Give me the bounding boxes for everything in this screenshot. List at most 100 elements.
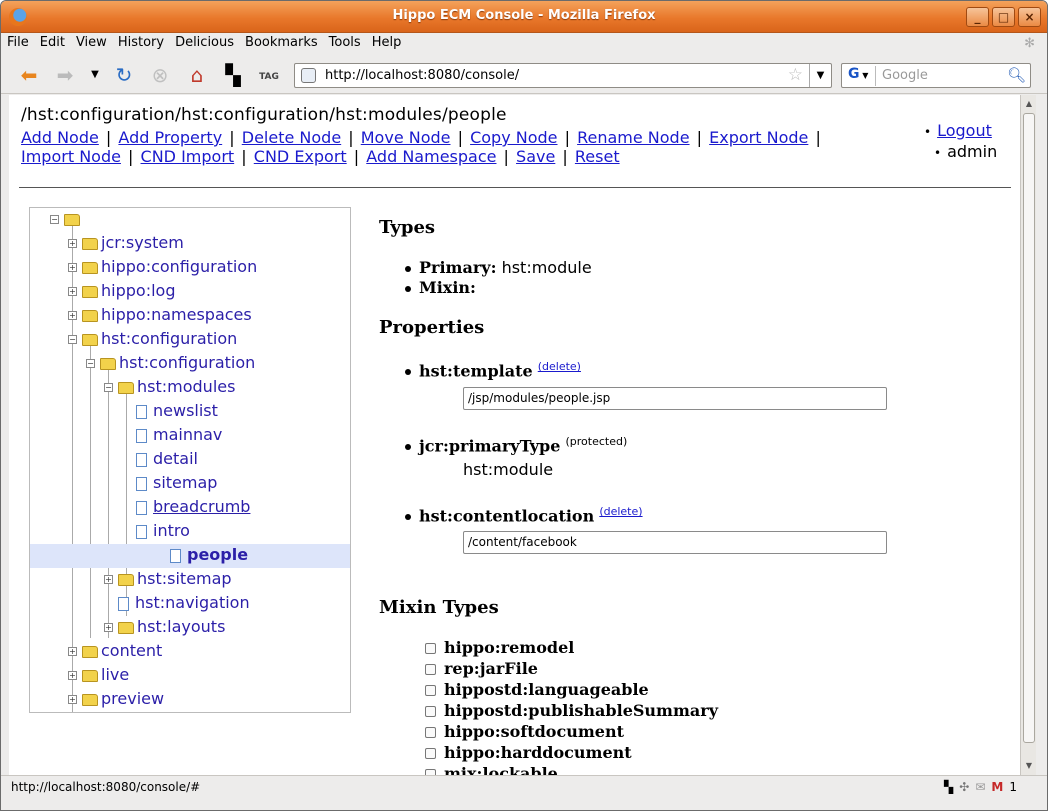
delete-contentlocation-link[interactable]: (delete) — [599, 505, 642, 518]
mixin-checkbox[interactable]: hippo:remodel — [425, 638, 574, 657]
stop-icon[interactable]: ⊗ — [148, 63, 172, 87]
status-grid-icon[interactable]: ▚ — [944, 780, 953, 794]
expand-icon[interactable]: + — [68, 263, 77, 272]
search-bar[interactable]: G ▼ Google 🔍︎ — [841, 63, 1031, 88]
tree-node-label[interactable]: preview — [101, 689, 164, 708]
collapse-icon[interactable]: − — [104, 383, 113, 392]
tree-node[interactable]: newslist — [122, 400, 218, 424]
tree-node[interactable]: + hst:sitemap — [104, 568, 232, 592]
search-icon[interactable]: 🔍︎ — [1007, 66, 1026, 84]
mail-icon[interactable]: ✉ — [975, 780, 985, 794]
collapse-icon[interactable]: − — [50, 215, 59, 224]
mixin-checkbox[interactable]: hippostd:publishableSummary — [425, 701, 718, 720]
search-engine-icon[interactable]: G ▼ — [844, 66, 876, 86]
expand-icon[interactable]: + — [68, 287, 77, 296]
tree-node[interactable]: breadcrumb — [122, 496, 250, 520]
add-namespace-link[interactable]: Add Namespace — [366, 147, 496, 166]
tree-node-label[interactable]: detail — [153, 449, 198, 468]
copy-node-link[interactable]: Copy Node — [470, 128, 557, 147]
menu-delicious[interactable]: Delicious — [169, 33, 239, 50]
tree-node[interactable]: − hst:modules — [104, 376, 235, 400]
tree-node[interactable]: − — [50, 208, 83, 232]
tag-icon[interactable]: TAG — [257, 63, 281, 87]
tree-node[interactable]: + hippo:namespaces — [68, 304, 252, 328]
reset-link[interactable]: Reset — [575, 147, 620, 166]
mixin-checkbox[interactable]: rep:jarFile — [425, 659, 538, 678]
tree-node[interactable]: + live — [68, 664, 129, 688]
search-input[interactable]: Google — [882, 68, 928, 83]
bookmark-grid-icon[interactable]: ▚ — [221, 63, 245, 87]
add-property-link[interactable]: Add Property — [118, 128, 222, 147]
tree-node-label[interactable]: live — [101, 665, 129, 684]
tree-node-label[interactable]: people — [187, 545, 248, 564]
scroll-down-icon[interactable]: ▼ — [1022, 759, 1036, 773]
scroll-up-icon[interactable]: ▲ — [1022, 97, 1036, 111]
menu-tools[interactable]: Tools — [323, 33, 366, 50]
close-button[interactable]: × — [1018, 7, 1041, 27]
save-link[interactable]: Save — [516, 147, 555, 166]
mixin-checkbox[interactable]: hippo:softdocument — [425, 722, 624, 741]
menu-view[interactable]: View — [70, 33, 112, 50]
url-dropdown-icon[interactable]: ▼ — [809, 64, 831, 87]
expand-icon[interactable]: + — [68, 671, 77, 680]
add-node-link[interactable]: Add Node — [21, 128, 99, 147]
cnd-export-link[interactable]: CND Export — [254, 147, 347, 166]
contentlocation-input[interactable]: /content/facebook — [463, 531, 887, 554]
tree-node[interactable]: + jcr:system — [68, 232, 184, 256]
minimize-button[interactable]: _ — [966, 7, 989, 27]
tree-node[interactable]: hst:navigation — [104, 592, 250, 616]
reload-icon[interactable]: ↻ — [112, 63, 136, 87]
tree-node-label[interactable]: mainnav — [153, 425, 222, 444]
template-input[interactable]: /jsp/modules/people.jsp — [463, 387, 887, 410]
tree-node[interactable]: − hst:configuration — [86, 352, 255, 376]
menu-history[interactable]: History — [112, 33, 169, 50]
tree-node-label[interactable]: hst:modules — [137, 377, 235, 396]
expand-icon[interactable]: + — [104, 575, 113, 584]
cnd-import-link[interactable]: CND Import — [141, 147, 235, 166]
scroll-thumb[interactable] — [1023, 113, 1035, 743]
logout-link[interactable]: Logout — [937, 121, 992, 140]
tree-node-label[interactable]: breadcrumb — [153, 497, 250, 516]
import-node-link[interactable]: Import Node — [21, 147, 121, 166]
tree-node-label[interactable]: hst:configuration — [101, 329, 237, 348]
tree-node[interactable]: + hst:layouts — [104, 616, 225, 640]
expand-icon[interactable]: + — [68, 311, 77, 320]
tree-node-label[interactable]: hippo:namespaces — [101, 305, 252, 324]
tree-node-label[interactable]: intro — [153, 521, 190, 540]
mixin-checkbox[interactable]: hippo:harddocument — [425, 743, 632, 762]
expand-icon[interactable]: + — [68, 647, 77, 656]
star-bookmark-icon[interactable]: ☆ — [788, 65, 803, 85]
tree-node-label[interactable]: hst:configuration — [119, 353, 255, 372]
collapse-icon[interactable]: − — [68, 335, 77, 344]
delete-node-link[interactable]: Delete Node — [242, 128, 341, 147]
maximize-button[interactable]: □ — [992, 7, 1015, 27]
tree-node[interactable]: detail — [122, 448, 198, 472]
tree-node-label[interactable]: content — [101, 641, 162, 660]
export-node-link[interactable]: Export Node — [709, 128, 808, 147]
expand-icon[interactable]: + — [104, 623, 113, 632]
tree-node[interactable]: + hippo:configuration — [68, 256, 257, 280]
expand-icon[interactable]: + — [68, 695, 77, 704]
mixin-checkbox[interactable]: mix:lockable — [425, 764, 558, 775]
tree-node[interactable]: + hippo:log — [68, 280, 175, 304]
tree-node-label[interactable]: newslist — [153, 401, 218, 420]
tree-node[interactable]: intro — [122, 520, 190, 544]
tree-node[interactable]: + preview — [68, 688, 164, 712]
tree-node-label[interactable]: hst:navigation — [135, 593, 250, 612]
tree-node[interactable]: − hst:configuration — [68, 328, 237, 352]
menu-edit[interactable]: Edit — [34, 33, 70, 50]
tree-node[interactable]: sitemap — [122, 472, 217, 496]
menu-file[interactable]: File — [1, 33, 34, 50]
mixin-checkbox[interactable]: hippostd:languageable — [425, 680, 649, 699]
vertical-scrollbar[interactable]: ▲ ▼ — [1020, 95, 1036, 775]
collapse-icon[interactable]: − — [86, 359, 95, 368]
rename-node-link[interactable]: Rename Node — [577, 128, 689, 147]
move-node-link[interactable]: Move Node — [361, 128, 451, 147]
back-icon[interactable]: ⬅ — [17, 63, 41, 87]
tree-node-label[interactable]: hippo:log — [101, 281, 175, 300]
delete-template-link[interactable]: (delete) — [538, 360, 581, 373]
tree-node-label[interactable]: jcr:system — [101, 233, 184, 252]
tree-node[interactable]: + content — [68, 640, 162, 664]
url-text[interactable]: http://localhost:8080/console/ — [325, 68, 519, 83]
home-icon[interactable]: ⌂ — [185, 63, 209, 87]
